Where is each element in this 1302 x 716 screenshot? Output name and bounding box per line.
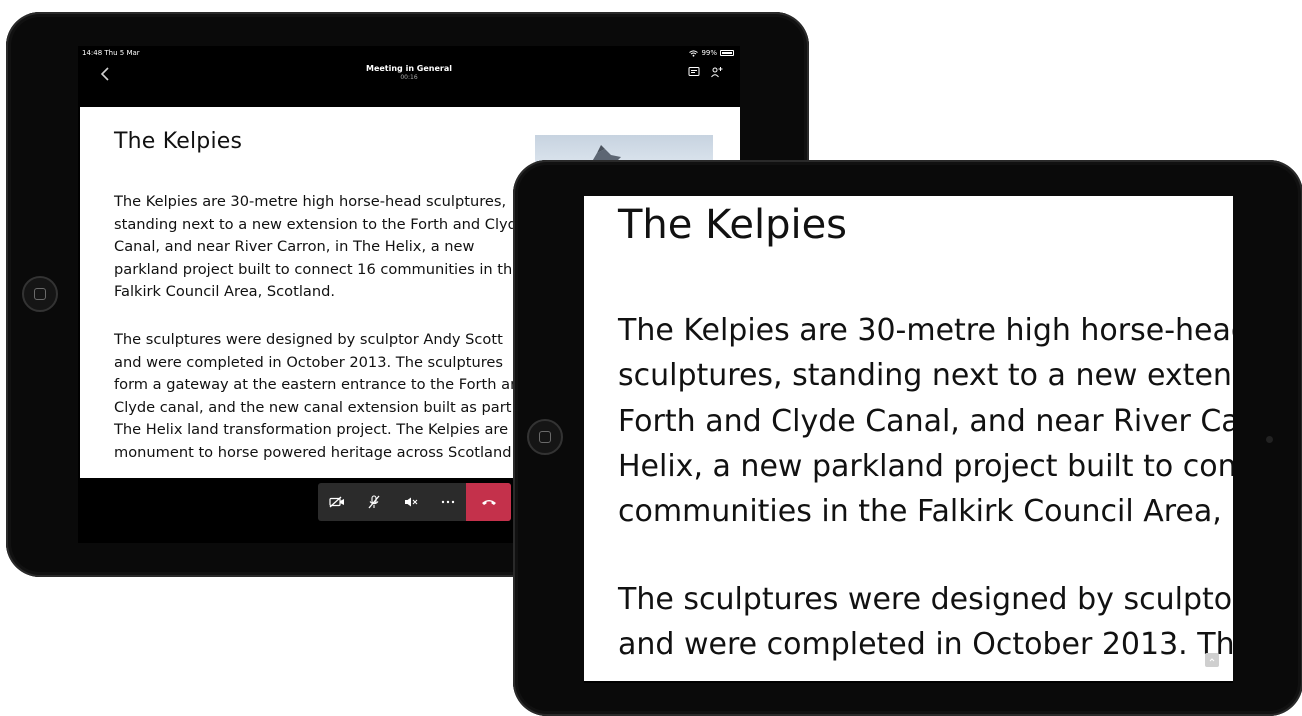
status-time: 14:48 Thu 5 Mar	[82, 49, 140, 57]
participants-icon[interactable]	[710, 66, 724, 78]
meeting-header: Meeting in General 00:16	[78, 60, 740, 107]
document-title: The Kelpies	[618, 202, 848, 248]
battery-icon	[720, 50, 734, 56]
home-button[interactable]	[22, 276, 58, 312]
text-line: communities in the Falkirk Council Area,…	[618, 494, 1233, 530]
speaker-off-button[interactable]	[392, 483, 429, 521]
ipad-front-device: The Kelpies The Kelpies are 30-metre hig…	[513, 160, 1302, 716]
mic-off-icon	[368, 495, 380, 509]
meeting-timer: 00:16	[400, 74, 418, 81]
text-line: sculptures, standing next to a new exten…	[618, 358, 1233, 394]
document-paragraph: The Kelpies are 30-metre high horse-head…	[618, 308, 1233, 534]
document-title: The Kelpies	[114, 129, 243, 154]
hang-up-button[interactable]	[466, 483, 511, 521]
shared-document-fullscreen: The Kelpies The Kelpies are 30-metre hig…	[584, 196, 1233, 683]
meeting-title: Meeting in General	[365, 64, 452, 73]
status-bar: 14:48 Thu 5 Mar 99%	[78, 46, 740, 60]
mic-off-button[interactable]	[355, 483, 392, 521]
document-paragraph: The sculptures were designed by sculptor…	[618, 577, 1233, 668]
text-line: and were completed in October 2013. The …	[618, 627, 1233, 663]
hang-up-icon	[481, 500, 496, 505]
call-controls-bar	[318, 483, 511, 521]
battery-percent: 99%	[701, 49, 717, 57]
text-line: The Kelpies are 30-metre high horse-head	[618, 313, 1233, 348]
more-icon	[441, 500, 455, 504]
home-button[interactable]	[527, 419, 563, 455]
screen-edge	[584, 681, 1233, 683]
text-line: Forth and Clyde Canal, and near River Ca…	[618, 403, 1233, 439]
status-indicators: 99%	[689, 49, 734, 57]
document-paragraph: The sculptures were designed by sculptor…	[114, 331, 531, 461]
meeting-header-actions	[688, 66, 724, 78]
camera-off-icon	[328, 496, 344, 508]
text-line: Helix, a new parkland project built to c…	[618, 448, 1233, 484]
more-options-button[interactable]	[429, 483, 466, 521]
speaker-mute-icon	[404, 497, 418, 507]
chat-icon[interactable]	[688, 66, 700, 78]
camera-off-button[interactable]	[318, 483, 355, 521]
document-paragraph: The Kelpies are 30-metre high horse-head…	[114, 193, 526, 300]
text-line: The sculptures were designed by sculptor…	[618, 582, 1233, 617]
scroll-indicator[interactable]	[1205, 653, 1219, 667]
front-camera	[1266, 436, 1273, 443]
wifi-icon	[689, 49, 699, 57]
